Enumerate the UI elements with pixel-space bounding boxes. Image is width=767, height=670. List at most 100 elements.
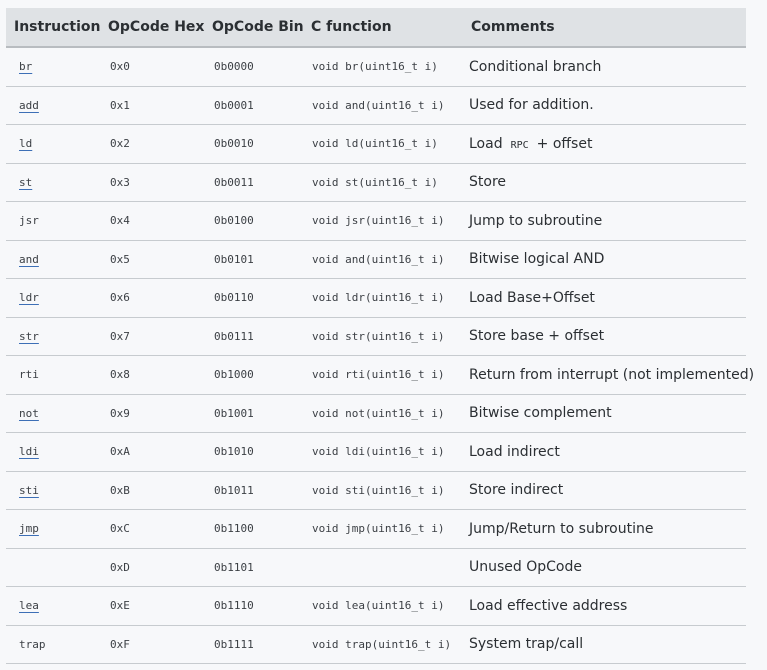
comment-text: Load Base+Offset xyxy=(469,289,595,306)
opcode-table: Instruction OpCode Hex OpCode Bin C func… xyxy=(6,8,754,664)
table-row: br 0x0 0b0000 void br(uint16_t i) Conditiona… xyxy=(6,47,746,87)
instruction-cell: add xyxy=(6,86,100,125)
table-row: st 0x3 0b0011 void st(uint16_t i) Store xyxy=(6,163,746,202)
comment-text: Store base + offset xyxy=(469,328,605,345)
opcode-bin-cell: 0b1101 xyxy=(204,548,303,587)
instruction-cell: and xyxy=(6,240,100,279)
comment-cell: Store indirect xyxy=(461,471,746,510)
c-function-cell: void lea(uint16_t i) xyxy=(303,586,461,626)
comment-cell: Used for addition. xyxy=(461,86,746,125)
c-function-cell: void jmp(uint16_t i) xyxy=(303,509,461,549)
table-row: sti 0xB 0b1011 void sti(uint16_t i) Store in… xyxy=(6,471,746,510)
comment-text: Jump to subroutine xyxy=(469,212,603,229)
instruction-cell: st xyxy=(6,163,100,202)
instruction-link[interactable]: ldr xyxy=(16,291,42,304)
comment-text: Load xyxy=(469,135,503,152)
opcode-bin-cell: 0b1010 xyxy=(204,432,303,472)
opcode-hex-cell: 0x3 xyxy=(100,163,204,202)
instruction-cell: ldi xyxy=(6,432,100,472)
comment-text: Conditional branch xyxy=(469,58,602,75)
c-function-cell: void and(uint16_t i) xyxy=(303,86,461,125)
table-row: str 0x7 0b0111 void str(uint16_t i) Store ba… xyxy=(6,317,746,356)
c-function-cell: void trap(uint16_t i) xyxy=(303,625,461,664)
c-function-cell: void ldr(uint16_t i) xyxy=(303,278,461,318)
comment-text: Store indirect xyxy=(469,482,564,499)
comment-cell: Jump to subroutine xyxy=(461,201,746,241)
opcode-bin-cell: 0b0010 xyxy=(204,124,303,164)
instruction-link[interactable]: ld xyxy=(16,137,35,150)
opcode-hex-cell: 0x6 xyxy=(100,278,204,318)
instruction-link[interactable]: st xyxy=(16,176,35,189)
opcode-hex-cell: 0x9 xyxy=(100,394,204,433)
table-row: ldr 0x6 0b0110 void ldr(uint16_t i) Load Bas… xyxy=(6,278,746,318)
instruction-cell: jsr xyxy=(6,201,100,241)
instruction-cell: not xyxy=(6,394,100,433)
c-function-cell: void and(uint16_t i) xyxy=(303,240,461,279)
comment-text-suffix: + offset xyxy=(536,135,593,152)
opcode-hex-cell: 0x0 xyxy=(100,47,204,87)
opcode-bin-cell: 0b0011 xyxy=(204,163,303,202)
instruction-label: jsr xyxy=(19,214,39,228)
instruction-cell: sti xyxy=(6,471,100,510)
table-row: 0xD 0b1101 Unused OpCode xyxy=(6,548,746,587)
opcode-hex-cell: 0x4 xyxy=(100,201,204,241)
opcode-bin-cell: 0b1100 xyxy=(204,509,303,549)
instruction-label: rti xyxy=(19,368,39,382)
instruction-link[interactable]: jmp xyxy=(16,522,42,535)
comment-cell: Bitwise logical AND xyxy=(461,240,746,279)
opcode-hex-cell: 0x2 xyxy=(100,124,204,164)
instruction-link[interactable]: ldi xyxy=(16,445,42,458)
header-comments: Comments xyxy=(461,8,746,48)
table-row: add 0x1 0b0001 void and(uint16_t i) Used for… xyxy=(6,86,746,125)
instruction-label xyxy=(16,561,22,574)
comment-cell: Store base + offset xyxy=(461,317,746,356)
table-body: br 0x0 0b0000 void br(uint16_t i) Conditiona… xyxy=(6,47,754,664)
opcode-hex-cell: 0x5 xyxy=(100,240,204,279)
header-opcode-bin: OpCode Bin xyxy=(204,8,304,48)
c-function-cell: void jsr(uint16_t i) xyxy=(303,201,461,241)
comment-cell: System trap/call xyxy=(461,625,746,664)
opcode-hex-cell: 0xC xyxy=(100,509,204,549)
comment-text: Bitwise complement xyxy=(469,405,612,422)
opcode-bin-cell: 0b0111 xyxy=(204,317,303,356)
instruction-link[interactable]: add xyxy=(16,99,42,112)
instruction-link[interactable]: and xyxy=(16,253,42,266)
opcode-bin-cell: 0b0000 xyxy=(204,47,303,87)
header-instruction: Instruction xyxy=(6,8,100,48)
c-function-cell: void sti(uint16_t i) xyxy=(303,471,461,510)
opcode-hex-cell: 0xD xyxy=(100,548,204,587)
table-row: lea 0xE 0b1110 void lea(uint16_t i) Load eff… xyxy=(6,586,746,626)
table-row: not 0x9 0b1001 void not(uint16_t i) Bitwise … xyxy=(6,394,746,433)
comment-text: Store xyxy=(469,174,507,191)
opcode-bin-cell: 0b0110 xyxy=(204,278,303,318)
comment-cell: Load indirect xyxy=(461,432,746,472)
opcode-bin-cell: 0b1001 xyxy=(204,394,303,433)
comment-cell: Unused OpCode xyxy=(461,548,746,587)
comment-cell: Load effective address xyxy=(461,586,746,626)
instruction-link[interactable]: lea xyxy=(16,599,42,612)
comment-cell: Store xyxy=(461,163,746,202)
instruction-cell: rti xyxy=(6,355,100,395)
instruction-link[interactable]: sti xyxy=(16,484,42,497)
instruction-link[interactable]: not xyxy=(16,407,42,420)
comment-text: Return from interrupt (not implemented) xyxy=(469,366,755,383)
instruction-link[interactable]: str xyxy=(16,330,42,343)
c-function-cell: void ldi(uint16_t i) xyxy=(303,432,461,472)
opcode-hex-cell: 0xF xyxy=(100,625,204,664)
comment-text: Load effective address xyxy=(469,597,628,614)
table-row: jmp 0xC 0b1100 void jmp(uint16_t i) Jump/Ret… xyxy=(6,509,746,549)
c-function-cell: void rti(uint16_t i) xyxy=(303,355,461,395)
comment-text: System trap/call xyxy=(469,636,584,653)
comment-cell: Load RPC + offset xyxy=(461,124,746,164)
instruction-cell: ldr xyxy=(6,278,100,318)
instruction-link[interactable]: br xyxy=(16,60,35,73)
opcode-hex-cell: 0x7 xyxy=(100,317,204,356)
table-header: Instruction OpCode Hex OpCode Bin C func… xyxy=(6,8,746,48)
comment-text: Load indirect xyxy=(469,443,560,460)
c-function-cell xyxy=(303,548,461,587)
comment-text: Used for addition. xyxy=(469,97,594,114)
comment-cell: Load Base+Offset xyxy=(461,278,746,318)
instruction-cell: trap xyxy=(6,625,100,664)
comment-cell: Bitwise complement xyxy=(461,394,746,433)
instruction-cell: ld xyxy=(6,124,100,164)
